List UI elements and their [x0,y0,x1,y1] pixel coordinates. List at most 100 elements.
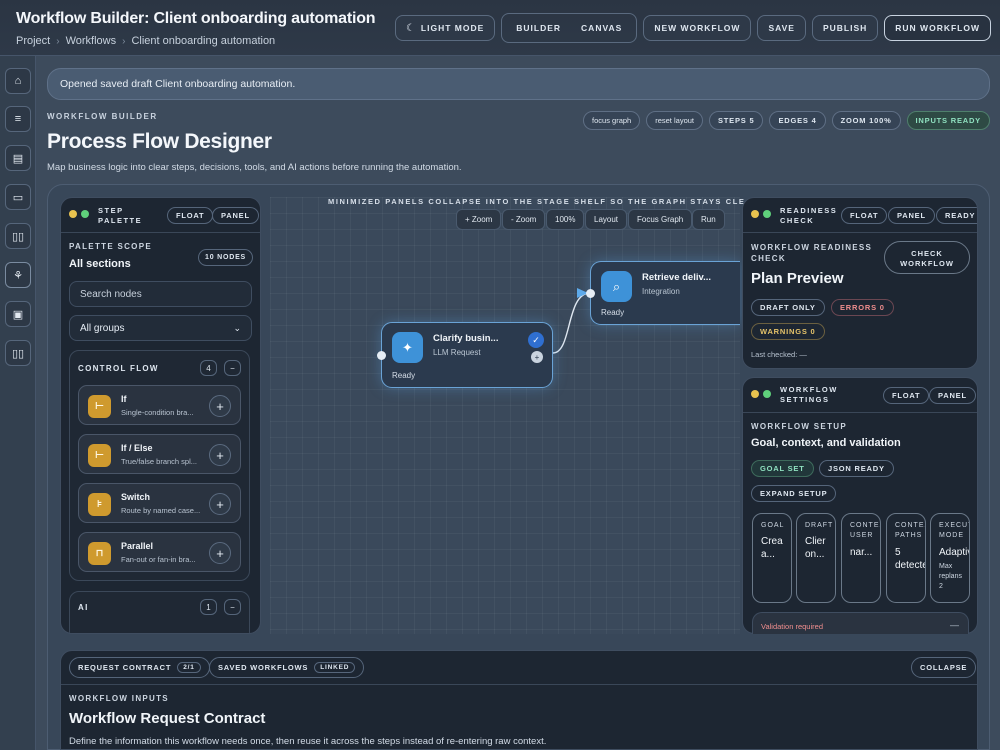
errors-badge: ERRORS 0 [831,299,894,316]
inputs-eyebrow: WORKFLOW INPUTS [69,694,169,703]
palette-node-if[interactable]: ⊢ If Single-condition bra... + [78,385,241,425]
panel-button[interactable]: PANEL [888,207,935,224]
node-desc: Route by named case... [121,506,201,515]
node-title: Retrieve deliv... [642,272,711,283]
group-select-value: All groups [80,322,125,334]
panel-title-line: STEP [98,206,124,215]
validation-bar[interactable]: Validation required — [752,612,969,634]
check-workflow-button[interactable]: CHECK WORKFLOW [884,241,970,274]
readiness-check-panel: READINESS CHECK FLOAT PANEL READY WORKFL… [742,197,978,369]
tab-saved-workflows[interactable]: SAVED WORKFLOWS LINKED [209,657,365,678]
context-card-user[interactable]: CONTEXT USER nar... [841,513,881,603]
context-card-goal[interactable]: GOAL Crea a... [752,513,792,603]
expand-setup-button[interactable]: EXPAND SETUP [751,485,837,502]
context-card-draft[interactable]: DRAFT Clier on... [796,513,836,603]
draft-only-badge: DRAFT ONLY [751,299,825,316]
json-ready-badge: JSON READY [819,460,894,477]
panel-header: WORKFLOW SETTINGS FLOAT PANEL [743,378,977,413]
card-value: Adaptive [939,547,969,558]
check-icon: ✓ [528,332,544,348]
minimize-dot[interactable] [751,390,759,398]
request-contract-panel: REQUEST CONTRACT 2/1 SAVED WORKFLOWS LIN… [60,650,978,750]
panel-title-line: PALETTE [98,216,143,225]
group-select[interactable]: All groups ⌄ [69,315,252,341]
graph-edge [552,292,591,354]
input-port[interactable] [377,351,386,360]
add-node-button[interactable]: + [209,542,231,564]
panel-title-line: CHECK [780,216,815,225]
card-head: GOAL [761,522,785,529]
context-card-execution-mode[interactable]: EXECUTION MODE Adaptive Max replans 2 [930,513,970,603]
panel-button[interactable]: PANEL [212,207,259,224]
graph-node-clarify[interactable]: ✦ Clarify busin... LLM Request Ready ✓ + [381,322,553,388]
tab-label: REQUEST CONTRACT [78,663,172,672]
readiness-heading: Plan Preview [751,270,844,287]
settings-heading: Goal, context, and validation [751,437,901,449]
collapse-group-button[interactable]: − [224,599,241,615]
node-state: Ready [601,308,625,317]
validation-dash: — [950,620,959,630]
node-desc: Fan-out or fan-in bra... [121,555,196,564]
maximize-dot[interactable] [763,390,771,398]
add-node-button[interactable]: + [209,395,231,417]
goal-set-badge: GOAL SET [751,460,814,477]
group-count: 4 [200,360,217,376]
panel-title-line: WORKFLOW [780,385,838,394]
float-button[interactable]: FLOAT [883,387,930,404]
warnings-badge: WARNINGS 0 [751,323,825,340]
nodes-count-badge: 10 NODES [198,249,254,266]
float-button[interactable]: FLOAT [167,207,214,224]
palette-node-switch[interactable]: ⊧ Switch Route by named case... + [78,483,241,523]
graph-node-retrieve[interactable]: ⌕ Retrieve deliv... Integration Ready [590,261,740,325]
group-count: 1 [200,599,217,615]
divider [61,684,977,685]
last-checked: Last checked: — [751,350,807,359]
minimize-dot[interactable] [751,210,759,218]
node-desc: True/false branch spl... [121,457,198,466]
validation-text: Validation required [761,622,823,631]
control-flow-group: CONTROL FLOW 4 − ⊢ If Single-condition b… [69,350,250,581]
minimize-dot[interactable] [69,210,77,218]
palette-node-if-else[interactable]: ⊢ If / Else True/false branch spl... + [78,434,241,474]
tab-label: SAVED WORKFLOWS [218,663,309,672]
chevron-down-icon: ⌄ [233,322,241,333]
node-type: Integration [642,287,680,296]
ai-group: AI 1 − [69,591,250,633]
panel-title-line: READINESS [780,206,838,215]
tab-count: 2/1 [177,662,201,673]
window-dots [69,210,89,218]
add-node-button[interactable]: + [209,444,231,466]
group-label: AI [78,603,89,612]
collapse-button[interactable]: COLLAPSE [911,657,977,678]
context-card-paths[interactable]: CONTEXT PATHS 5 detected [886,513,926,603]
add-node-button[interactable]: + [209,493,231,515]
panel-header: READINESS CHECK FLOAT PANEL READY [743,198,977,233]
search-nodes-input[interactable]: Search nodes [69,281,252,307]
window-dots [751,210,771,218]
contract-desc: Define the information this workflow nee… [69,736,547,747]
maximize-dot[interactable] [763,210,771,218]
collapse-group-button[interactable]: − [224,360,241,376]
card-head: EXECUTION MODE [939,522,969,539]
settings-section-label: WORKFLOW SETUP [751,422,847,431]
float-button[interactable]: FLOAT [841,207,888,224]
group-label: CONTROL FLOW [78,364,159,373]
palette-node-parallel[interactable]: ⊓ Parallel Fan-out or fan-in bra... + [78,532,241,572]
contract-title: Workflow Request Contract [69,710,266,727]
input-port[interactable] [586,289,595,298]
branch-icon: ⊢ [88,395,111,418]
parallel-icon: ⊓ [88,542,111,565]
panel-title: WORKFLOW SETTINGS [780,385,838,405]
palette-scope-value: All sections [69,258,131,270]
step-palette-panel: STEP PALETTE FLOAT PANEL PALETTE SCOPE A… [60,197,261,634]
tab-request-contract[interactable]: REQUEST CONTRACT 2/1 [69,657,210,678]
search-icon: ⌕ [601,271,632,302]
card-value: Crea a... [761,536,783,560]
panel-title: READINESS CHECK [780,206,837,226]
add-branch-icon[interactable]: + [531,351,543,363]
panel-button[interactable]: PANEL [929,387,976,404]
maximize-dot[interactable] [81,210,89,218]
readiness-section-label: WORKFLOW READINESS CHECK [751,243,873,263]
split-icon: ⊢ [88,444,111,467]
card-head: DRAFT [805,522,834,529]
